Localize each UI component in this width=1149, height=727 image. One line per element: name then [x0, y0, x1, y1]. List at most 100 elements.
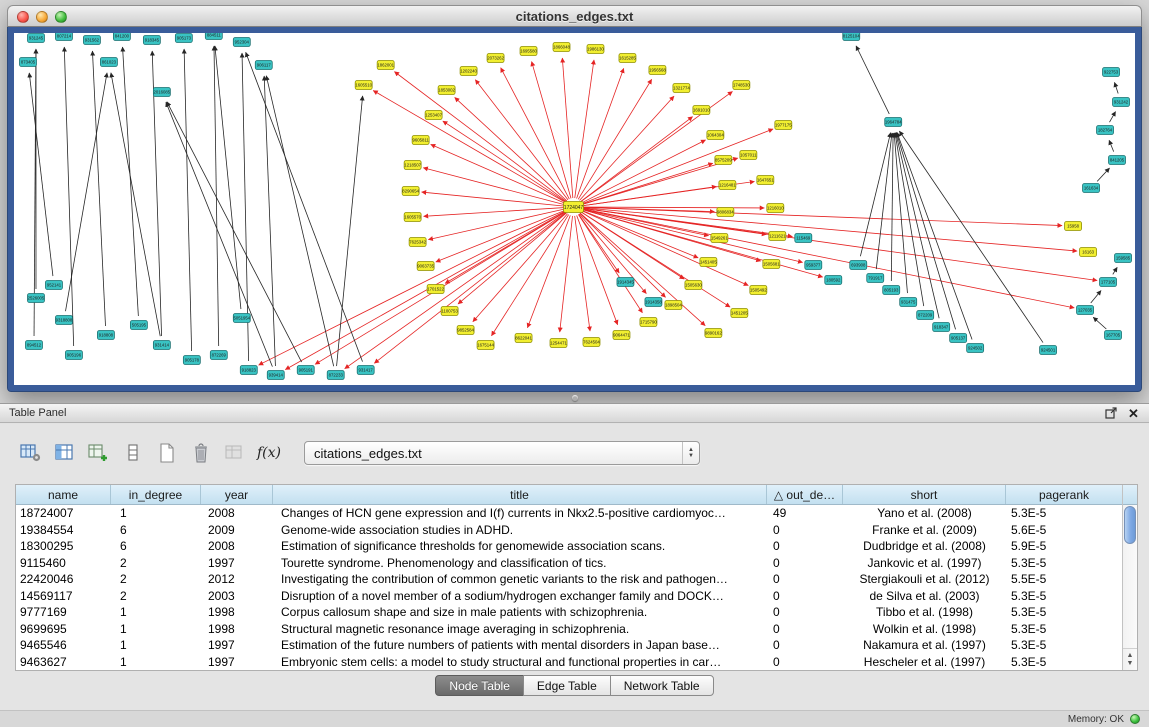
table-body: 1872400712008Changes of HCN gene express…: [16, 505, 1122, 670]
svg-text:931245: 931245: [29, 35, 44, 40]
scrollbar-track[interactable]: [1123, 505, 1137, 648]
table-scrollbar[interactable]: ▲▼: [1122, 485, 1137, 670]
table-row[interactable]: 2242004622012Investigating the contribut…: [16, 571, 1122, 588]
table-cell: 0: [767, 621, 843, 638]
table-cell: 6: [111, 522, 201, 539]
close-panel-icon[interactable]: ✕: [1127, 407, 1140, 420]
scrollbar-arrows-icon[interactable]: ▲▼: [1123, 648, 1137, 670]
table-cell: 5.3E-5: [1006, 654, 1122, 671]
table-cell: Estimation of significance thresholds fo…: [273, 538, 767, 555]
table-row[interactable]: 1830029562008Estimation of significance …: [16, 538, 1122, 555]
window-minimize-button[interactable]: [36, 11, 48, 23]
split-divider[interactable]: [0, 392, 1149, 403]
function-builder-icon[interactable]: f(x): [254, 439, 284, 467]
svg-text:7625342: 7625342: [409, 239, 426, 244]
column-header-title[interactable]: title: [273, 485, 767, 504]
merge-table-icon[interactable]: [220, 439, 250, 467]
table-cell: 1: [111, 637, 201, 654]
table-cell: 1: [111, 604, 201, 621]
column-header-in-degree[interactable]: in_degree: [111, 485, 201, 504]
table-cell: Embryonic stem cells: a model to study s…: [273, 654, 767, 671]
table-toolbar: f(x) citations_edges.txt ▲▼: [16, 438, 700, 468]
svg-text:1748530: 1748530: [733, 82, 750, 87]
tab-edge-table[interactable]: Edge Table: [523, 675, 611, 696]
table-cell: 19384554: [16, 522, 111, 539]
table-cell: 1998: [201, 621, 273, 638]
table-source-dropdown[interactable]: citations_edges.txt ▲▼: [304, 441, 700, 465]
table-row[interactable]: 911546021997Tourette syndrome. Phenomeno…: [16, 555, 1122, 572]
table-cell: 5.9E-5: [1006, 538, 1122, 555]
window-zoom-button[interactable]: [55, 11, 67, 23]
svg-text:1321774: 1321774: [673, 85, 690, 90]
svg-text:872209: 872209: [918, 312, 933, 317]
table-cell: 0: [767, 654, 843, 671]
table-row[interactable]: 1872400712008Changes of HCN gene express…: [16, 505, 1122, 522]
table-cell: Wolkin et al. (1998): [843, 621, 1006, 638]
table-cell: Yano et al. (2008): [843, 505, 1006, 522]
column-header-year[interactable]: year: [201, 485, 273, 504]
table-cell: Stergiakouli et al. (2012): [843, 571, 1006, 588]
table-cell: Nakamura et al. (1997): [843, 637, 1006, 654]
tab-network-table[interactable]: Network Table: [610, 675, 714, 696]
import-table-icon[interactable]: [84, 439, 114, 467]
svg-text:1695580: 1695580: [520, 48, 537, 53]
table-panel-header: Table Panel ✕: [0, 404, 1149, 423]
svg-text:9063735: 9063735: [417, 263, 434, 268]
svg-text:1956568: 1956568: [649, 67, 666, 72]
table-cell: 0: [767, 637, 843, 654]
svg-text:791917: 791917: [868, 275, 883, 280]
table-cell: 1: [111, 505, 201, 522]
table-cell: 5.3E-5: [1006, 637, 1122, 654]
table-row[interactable]: 1938455462009Genome-wide association stu…: [16, 522, 1122, 539]
scrollbar-thumb[interactable]: [1124, 506, 1136, 544]
table-cell: 1: [111, 621, 201, 638]
svg-text:161634: 161634: [1084, 185, 1099, 190]
tab-node-table[interactable]: Node Table: [435, 675, 524, 696]
network-canvas[interactable]: 1724047185300212534079605811121850782906…: [14, 33, 1135, 385]
svg-text:16163: 16163: [1082, 249, 1095, 254]
svg-text:1691010: 1691010: [693, 107, 710, 112]
svg-text:1216010: 1216010: [767, 205, 784, 210]
svg-text:167705: 167705: [1106, 332, 1121, 337]
status-bar: Memory: OK: [0, 710, 1149, 727]
svg-text:931562: 931562: [85, 37, 100, 42]
svg-text:1057011: 1057011: [740, 152, 757, 157]
window-close-button[interactable]: [17, 11, 29, 23]
delete-table-icon[interactable]: [186, 439, 216, 467]
table-row[interactable]: 946362711997Embryonic stem cells: a mode…: [16, 654, 1122, 671]
column-header-out-degree[interactable]: △ out_de…: [767, 485, 843, 504]
float-panel-icon[interactable]: [1104, 407, 1117, 420]
svg-text:873405: 873405: [21, 59, 36, 64]
show-columns-icon[interactable]: [50, 439, 80, 467]
table-cell: 2009: [201, 522, 273, 539]
row-height-icon[interactable]: [118, 439, 148, 467]
column-header-short[interactable]: short: [843, 485, 1006, 504]
table-row[interactable]: 977716911998Corpus callosum shape and si…: [16, 604, 1122, 621]
svg-text:1964784: 1964784: [885, 119, 902, 124]
table-cell: 1997: [201, 637, 273, 654]
svg-text:127035: 127035: [1078, 307, 1093, 312]
table-options-icon[interactable]: [16, 439, 46, 467]
new-table-icon[interactable]: [152, 439, 182, 467]
svg-text:924502: 924502: [968, 345, 983, 350]
table-cell: Changes of HCN gene expression and I(f) …: [273, 505, 767, 522]
svg-text:1253407: 1253407: [425, 112, 442, 117]
svg-text:952304: 952304: [235, 39, 250, 44]
table-row[interactable]: 946554611997Estimation of the future num…: [16, 637, 1122, 654]
svg-text:1862001: 1862001: [377, 62, 394, 67]
table-cell: 6: [111, 538, 201, 555]
svg-text:905173: 905173: [177, 35, 192, 40]
svg-text:7624504: 7624504: [583, 339, 600, 344]
svg-text:1605570: 1605570: [404, 214, 421, 219]
table-cell: 9699695: [16, 621, 111, 638]
column-header-name[interactable]: name: [16, 485, 111, 504]
table-cell: 1997: [201, 654, 273, 671]
svg-text:918345: 918345: [145, 37, 160, 42]
column-header-pagerank[interactable]: pagerank: [1006, 485, 1122, 504]
table-cell: 0: [767, 555, 843, 572]
table-row[interactable]: 1456911722003Disruption of a novel membe…: [16, 588, 1122, 605]
svg-text:918823: 918823: [242, 367, 257, 372]
svg-text:1866048: 1866048: [553, 44, 570, 49]
table-row[interactable]: 969969511998Structural magnetic resonanc…: [16, 621, 1122, 638]
svg-text:9890162: 9890162: [705, 330, 722, 335]
